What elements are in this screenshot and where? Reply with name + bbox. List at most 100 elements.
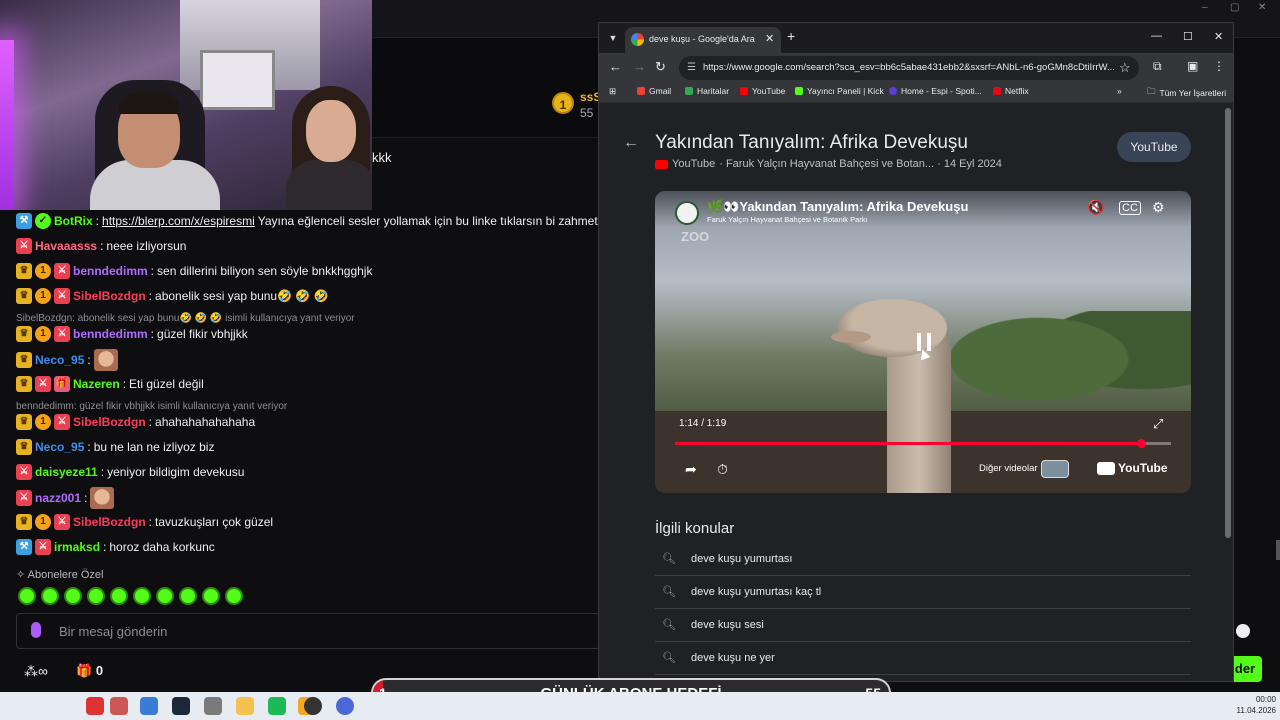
new-tab-icon[interactable]: + xyxy=(787,28,795,44)
bg-scrollbar[interactable] xyxy=(1276,540,1280,560)
chat-username[interactable]: SibelBozdgn xyxy=(73,515,146,529)
result-source[interactable]: YouTube xyxy=(672,158,715,170)
video-result-title[interactable]: Yakından Tanıyalım: Afrika Devekuşu xyxy=(655,132,968,154)
chat-username[interactable]: Havaaasss xyxy=(35,239,97,253)
bg-restore-icon[interactable]: ▢ xyxy=(1230,2,1239,13)
more-videos-label[interactable]: Diğer videolar xyxy=(979,463,1038,474)
points-icon[interactable]: ⁂∞ xyxy=(24,663,48,680)
more-videos-thumbnail[interactable] xyxy=(1041,460,1069,478)
player-channel-name[interactable]: Faruk Yalçın Hayvanat Bahçesi ve Botanik… xyxy=(707,215,868,224)
chat-message[interactable]: ♛ ⚔ 🎁 Nazeren: Eti güzel değil xyxy=(16,374,204,394)
clock-date[interactable]: 11.04.2026 xyxy=(1232,706,1276,715)
video-player[interactable]: 🌿👀Yakından Tanıyalım: Afrika Devekuşu Fa… xyxy=(655,191,1191,493)
file-explorer-icon[interactable] xyxy=(236,697,254,715)
bookmark-spotify[interactable]: Home - Espi - Spoti... xyxy=(889,86,982,96)
chat-username[interactable]: SibelBozdgn xyxy=(73,415,146,429)
open-youtube-button[interactable]: YouTube xyxy=(1117,132,1191,162)
chat-message[interactable]: ♛ 1 ⚔ SibelBozdgn: ahahahahahahaha xyxy=(16,412,255,432)
bookmark-kick[interactable]: Yayıncı Paneli | Kick xyxy=(795,86,884,96)
chat-username[interactable]: BotRix xyxy=(54,214,93,228)
chat-message[interactable]: ♛ Neco_95: xyxy=(16,348,118,372)
taskbar-app-icon[interactable] xyxy=(110,697,128,715)
steam-icon[interactable] xyxy=(172,697,190,715)
emote-icon[interactable] xyxy=(179,587,197,605)
gift-count[interactable]: 🎁 0 xyxy=(76,663,103,679)
maximize-icon[interactable]: ☐ xyxy=(1183,30,1193,43)
reply-context[interactable]: benndedimm: güzel fikir vbhjjkk isimli k… xyxy=(16,401,287,412)
reload-icon[interactable]: ↻ xyxy=(655,59,666,75)
all-bookmarks-folder[interactable]: 🗀 Tüm Yer İşaretleri xyxy=(1147,86,1226,100)
menu-kebab-icon[interactable]: ⋮ xyxy=(1213,59,1225,73)
bookmarks-overflow-icon[interactable]: » xyxy=(1117,86,1122,96)
bookmark-star-icon[interactable]: ☆ xyxy=(1119,60,1131,76)
chat-message[interactable]: ♛ 1 ⚔ benndedimm: güzel fikir vbhjjkk xyxy=(16,324,248,344)
emoji-picker-icon[interactable] xyxy=(1236,624,1250,638)
emote-icon[interactable] xyxy=(64,587,82,605)
emote-icon[interactable] xyxy=(110,587,128,605)
chat-message[interactable]: ⚔ nazz001: xyxy=(16,486,115,510)
mic-icon[interactable] xyxy=(31,622,41,638)
minimize-icon[interactable]: — xyxy=(1151,30,1162,42)
bookmark-netflix[interactable]: Netflix xyxy=(993,86,1029,96)
chat-username[interactable]: SibelBozdgn xyxy=(73,289,146,303)
address-bar[interactable]: ☰ https://www.google.com/search?sca_esv=… xyxy=(679,56,1139,80)
watch-later-icon[interactable]: ⏱ xyxy=(717,461,728,478)
bookmark-maps[interactable]: Haritalar xyxy=(685,86,729,96)
discord-icon[interactable] xyxy=(336,697,354,715)
chat-message[interactable]: ♛ 1 ⚔ benndedimm: sen dillerini biliyon … xyxy=(16,261,372,281)
channel-avatar[interactable] xyxy=(675,201,699,225)
chat-message[interactable]: ♛ 1 ⚔ SibelBozdgn: abonelik sesi yap bun… xyxy=(16,286,329,306)
progress-bar[interactable] xyxy=(675,439,1171,448)
result-back-icon[interactable]: ← xyxy=(623,134,639,152)
chat-username[interactable]: Neco_95 xyxy=(35,440,84,454)
related-topic[interactable]: 🔍︎ deve kuşu ne yer xyxy=(655,643,1191,675)
bg-close-icon[interactable]: ✕ xyxy=(1258,2,1266,13)
fullscreen-icon[interactable]: ⤢ xyxy=(1153,416,1163,432)
bg-minimize-icon[interactable]: – xyxy=(1202,2,1208,13)
share-icon[interactable]: ➦ xyxy=(685,461,697,478)
extensions-icon[interactable]: ⧉ xyxy=(1153,59,1162,74)
captions-icon[interactable]: CC xyxy=(1119,201,1141,215)
chat-message[interactable]: ⚒ ⚔ irmaksd: horoz daha korkunc xyxy=(16,537,215,557)
clock-time[interactable]: 00:00 xyxy=(1242,695,1276,704)
page-scrollbar[interactable] xyxy=(1225,108,1231,538)
related-topic[interactable]: 🔍︎ deve kuşu yumurtası xyxy=(655,544,1191,576)
back-icon[interactable]: ← xyxy=(609,59,622,74)
reply-context[interactable]: SibelBozdgn: abonelik sesi yap bunu🤣 🤣 🤣… xyxy=(16,313,355,324)
related-topic[interactable]: 🔍︎ deve kuşu yumurtası kaç tl xyxy=(655,577,1191,609)
emote-icon[interactable] xyxy=(202,587,220,605)
chat-input[interactable]: Bir mesaj gönderin xyxy=(16,613,600,649)
taskbar-app-icon[interactable] xyxy=(86,697,104,715)
settings-gear-icon[interactable]: ⚙ xyxy=(1152,199,1165,216)
chat-username[interactable]: benndedimm xyxy=(73,327,148,341)
chat-message[interactable]: ♛ 1 ⚔ SibelBozdgn: tavuzkuşları çok güze… xyxy=(16,512,273,532)
emote-icon[interactable] xyxy=(41,587,59,605)
browser-tab[interactable]: deve kuşu - Google'da Ara ✕ xyxy=(625,27,781,53)
emote-icon[interactable] xyxy=(156,587,174,605)
chat-message[interactable]: ⚔ Havaaasss: neee izliyorsun xyxy=(16,236,186,256)
mute-icon[interactable]: 🔇 xyxy=(1087,199,1104,216)
youtube-watermark[interactable]: YouTube xyxy=(1097,461,1168,475)
chat-username[interactable]: irmaksd xyxy=(54,540,100,554)
emote-icon[interactable] xyxy=(87,587,105,605)
forward-icon[interactable]: → xyxy=(633,59,646,74)
player-video-title[interactable]: 🌿👀Yakından Tanıyalım: Afrika Devekuşu xyxy=(707,199,968,215)
bookmark-gmail[interactable]: Gmail xyxy=(637,86,671,96)
taskbar-app-icon[interactable] xyxy=(140,697,158,715)
bookmark-youtube[interactable]: YouTube xyxy=(740,86,785,96)
tab-close-icon[interactable]: ✕ xyxy=(765,32,774,45)
emote-icon[interactable] xyxy=(18,587,36,605)
chat-message[interactable]: ♛ Neco_95: bu ne lan ne izliyoz biz xyxy=(16,437,214,457)
calculator-icon[interactable] xyxy=(204,697,222,715)
chat-username[interactable]: daisyeze11 xyxy=(35,465,98,479)
chat-username[interactable]: Nazeren xyxy=(73,377,120,391)
emote-icon[interactable] xyxy=(133,587,151,605)
chat-username[interactable]: Neco_95 xyxy=(35,353,84,367)
tab-search-icon[interactable]: ▼ xyxy=(605,30,621,46)
related-topic[interactable]: 🔍︎ deve kuşu sesi xyxy=(655,610,1191,642)
emote-icon[interactable] xyxy=(225,587,243,605)
chat-link[interactable]: https://blerp.com/x/espiresmi xyxy=(102,214,255,228)
taskbar-app-icon[interactable] xyxy=(268,697,286,715)
chat-message[interactable]: ⚒ ✓ BotRix: https://blerp.com/x/espiresm… xyxy=(16,211,608,231)
obs-icon[interactable] xyxy=(304,697,322,715)
